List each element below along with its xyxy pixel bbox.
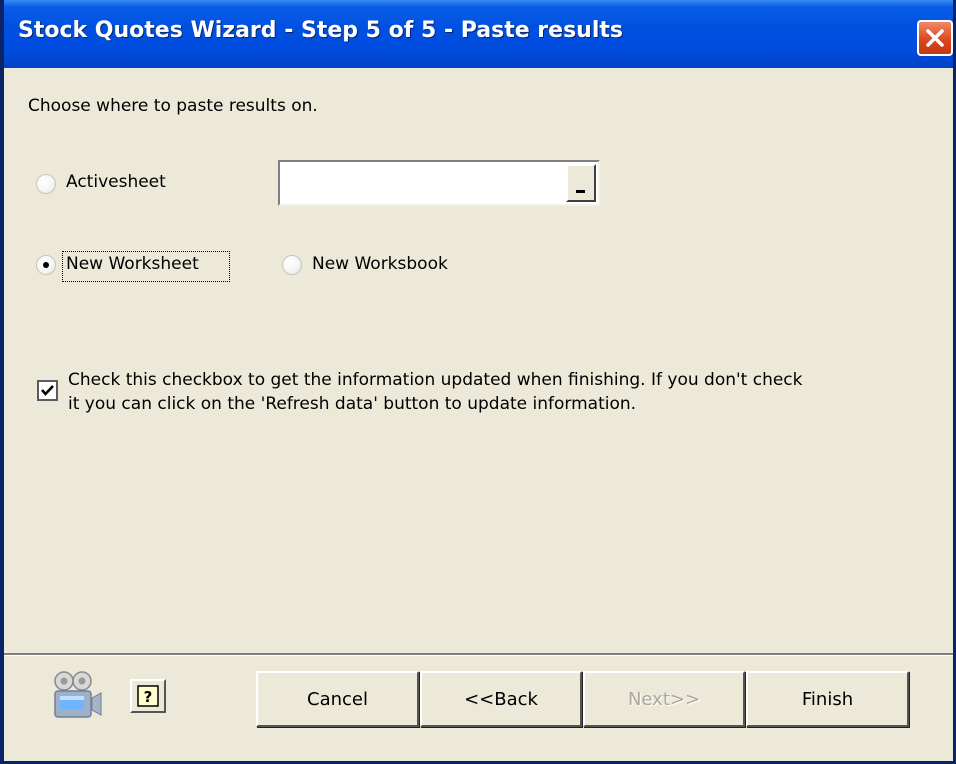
checkmark-icon — [41, 385, 54, 396]
update-checkbox-text-line1[interactable]: Check this checkbox to get the informati… — [68, 370, 803, 390]
wizard-dialog: Stock Quotes Wizard - Step 5 of 5 - Past… — [0, 0, 956, 764]
cancel-button[interactable]: Cancel — [256, 671, 419, 727]
svg-text:?: ? — [144, 688, 153, 706]
range-select-button[interactable] — [566, 164, 596, 202]
new-workbook-label[interactable]: New Worksbook — [312, 254, 448, 274]
title-bar[interactable]: Stock Quotes Wizard - Step 5 of 5 - Past… — [4, 0, 953, 68]
next-button[interactable]: Next>> — [583, 671, 745, 727]
footer-separator — [4, 653, 953, 656]
help-question-icon: ? — [137, 685, 159, 707]
new-worksheet-label[interactable]: New Worksheet — [66, 254, 199, 274]
new-workbook-radio[interactable] — [282, 255, 302, 275]
range-input[interactable] — [278, 160, 600, 206]
new-worksheet-radio[interactable] — [36, 255, 56, 275]
update-checkbox[interactable] — [37, 380, 58, 401]
help-button[interactable]: ? — [130, 679, 166, 713]
finish-button[interactable]: Finish — [746, 671, 909, 727]
close-button[interactable] — [917, 20, 953, 56]
window-title: Stock Quotes Wizard - Step 5 of 5 - Past… — [18, 18, 623, 43]
activesheet-label[interactable]: Activesheet — [66, 172, 166, 192]
camera-icon[interactable] — [52, 668, 102, 720]
activesheet-radio[interactable] — [36, 174, 56, 194]
close-icon — [926, 29, 944, 47]
instruction-label: Choose where to paste results on. — [28, 96, 318, 116]
update-checkbox-text-line2[interactable]: it you can click on the 'Refresh data' b… — [68, 394, 636, 414]
back-button[interactable]: <<Back — [420, 671, 582, 727]
